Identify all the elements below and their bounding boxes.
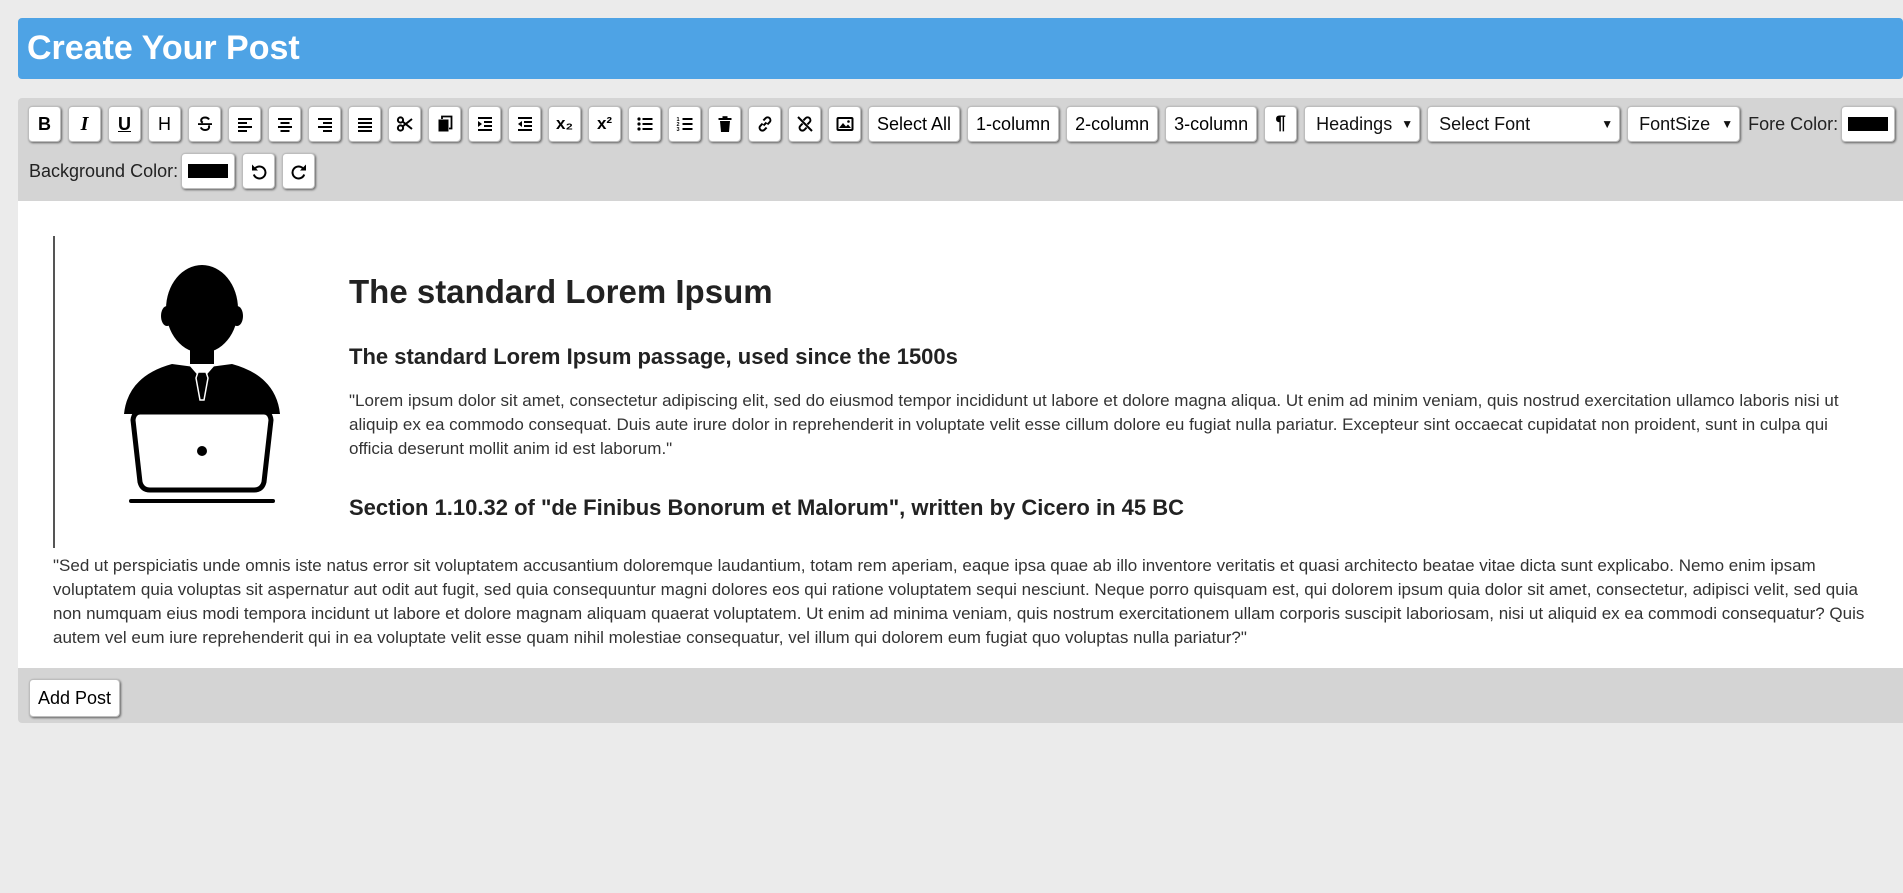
font-size-select-value: FontSize: [1639, 114, 1711, 134]
svg-text:3: 3: [676, 127, 679, 133]
align-justify-icon: [357, 118, 372, 132]
strikethrough-button[interactable]: [188, 106, 221, 142]
unordered-list-icon: [636, 117, 652, 131]
one-column-button[interactable]: 1-column: [967, 106, 1060, 142]
add-post-button[interactable]: Add Post: [29, 679, 121, 717]
indent-icon: [477, 117, 492, 131]
superscript-label: x²: [596, 114, 613, 133]
insert-image-button[interactable]: [828, 106, 861, 142]
align-right-button[interactable]: [308, 106, 341, 142]
font-select-value: Select Font: [1439, 114, 1531, 134]
align-left-icon: [237, 118, 252, 132]
heading-button[interactable]: H: [148, 106, 181, 142]
strikethrough-icon: [197, 116, 212, 132]
two-column-button[interactable]: 2-column: [1066, 106, 1159, 142]
undo-button[interactable]: [242, 153, 276, 189]
bold-label: B: [38, 113, 51, 134]
superscript-button[interactable]: x²: [588, 106, 621, 142]
footer-bar: Add Post: [18, 668, 1903, 723]
post-paragraph-2: "Sed ut perspiciatis unde omnis iste nat…: [53, 556, 1865, 647]
link-icon: [758, 116, 771, 132]
align-right-icon: [317, 118, 332, 132]
three-column-button[interactable]: 3-column: [1165, 106, 1258, 142]
cut-icon: [396, 116, 413, 132]
chevron-down-icon: ▼: [1401, 117, 1414, 131]
unlink-icon: [796, 116, 813, 132]
redo-icon: [291, 164, 306, 180]
ordered-list-button[interactable]: 123: [668, 106, 701, 142]
font-size-select[interactable]: FontSize ▼: [1627, 106, 1741, 142]
align-center-icon: [277, 118, 292, 132]
image-icon: [836, 117, 853, 131]
subscript-label: x₂: [555, 114, 573, 133]
fore-color-picker[interactable]: [1841, 106, 1896, 142]
underline-button[interactable]: U: [108, 106, 141, 142]
paragraph-icon: ¶: [1275, 113, 1286, 134]
link-button[interactable]: [748, 106, 781, 142]
unlink-button[interactable]: [788, 106, 821, 142]
headings-select[interactable]: Headings ▼: [1304, 106, 1421, 142]
align-justify-button[interactable]: [348, 106, 381, 142]
font-select[interactable]: Select Font ▼: [1427, 106, 1621, 142]
outdent-icon: [517, 117, 532, 131]
align-left-button[interactable]: [228, 106, 261, 142]
unordered-list-button[interactable]: [628, 106, 661, 142]
fore-color-swatch: [1848, 117, 1889, 131]
user-laptop-icon: [124, 265, 280, 503]
copy-button[interactable]: [428, 106, 461, 142]
delete-button[interactable]: [708, 106, 741, 142]
bold-button[interactable]: B: [28, 106, 61, 142]
fore-color-label: Fore Color:: [1748, 114, 1839, 134]
background-color-picker[interactable]: [181, 153, 236, 189]
post-image: [53, 236, 332, 548]
italic-button[interactable]: I: [68, 106, 101, 142]
background-color-label: Background Color:: [29, 161, 179, 181]
subscript-button[interactable]: x₂: [548, 106, 581, 142]
page-header: Create Your Post: [18, 18, 1903, 79]
page-title: Create Your Post: [27, 29, 300, 67]
headings-select-value: Headings: [1316, 114, 1393, 134]
outdent-button[interactable]: [508, 106, 541, 142]
heading-label: H: [158, 113, 171, 134]
chevron-down-icon: ▼: [1721, 117, 1734, 131]
background-color-swatch: [188, 164, 229, 178]
editor-toolbar: B I U H x₂ x² 123 Select All 1-column 2-…: [18, 98, 1903, 201]
ordered-list-icon: 123: [676, 117, 692, 133]
italic-label: I: [80, 112, 89, 135]
undo-icon: [251, 164, 267, 180]
chevron-down-icon: ▼: [1601, 117, 1614, 131]
copy-icon: [438, 115, 452, 132]
select-all-button[interactable]: Select All: [868, 106, 961, 142]
underline-label: U: [118, 113, 131, 134]
cut-button[interactable]: [388, 106, 421, 142]
align-center-button[interactable]: [268, 106, 301, 142]
editor-content[interactable]: The standard Lorem Ipsum The standard Lo…: [18, 201, 1903, 668]
paragraph-button[interactable]: ¶: [1264, 106, 1298, 142]
redo-button[interactable]: [282, 153, 316, 189]
trash-icon: [718, 116, 731, 132]
indent-button[interactable]: [468, 106, 501, 142]
